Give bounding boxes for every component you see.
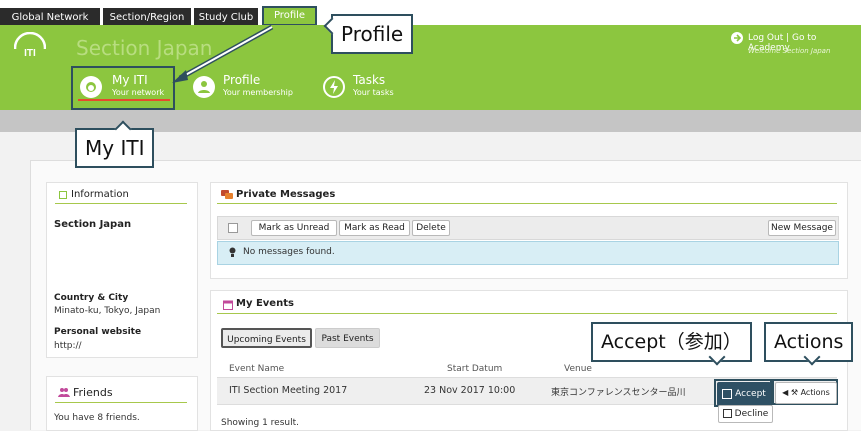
myiti-callout-text: My ITI bbox=[85, 136, 145, 160]
actions-callout-text: Actions bbox=[774, 331, 844, 353]
accept-callout-text: Accept（参加） bbox=[601, 331, 742, 353]
myiti-callout: My ITI bbox=[75, 120, 155, 168]
profile-callout: Profile bbox=[323, 14, 414, 54]
profile-callout-text: Profile bbox=[341, 22, 404, 46]
callout-arrow bbox=[172, 24, 274, 83]
actions-callout: Actions bbox=[764, 322, 854, 366]
accept-callout: Accept（参加） bbox=[591, 322, 752, 366]
myiti-highlight bbox=[71, 66, 175, 110]
